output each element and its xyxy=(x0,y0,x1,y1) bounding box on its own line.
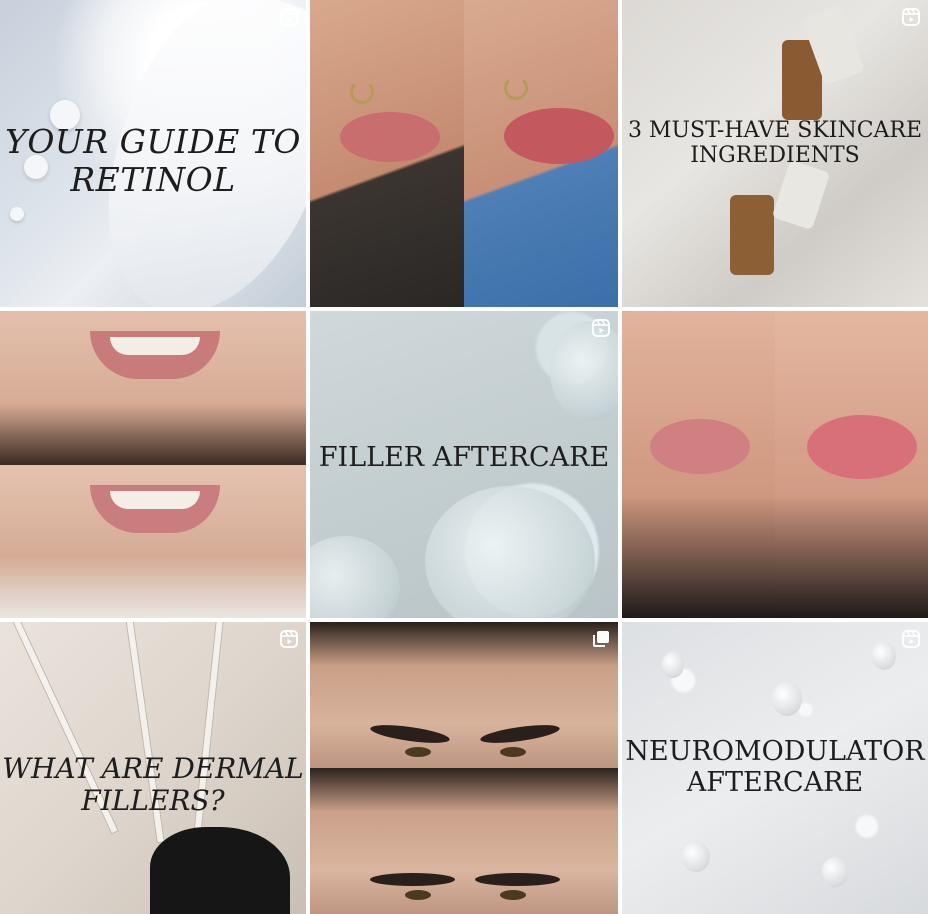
post-grid: YOUR GUIDE TO RETINOL 3 MUST-HAVE SKINCA… xyxy=(0,0,928,914)
reel-icon xyxy=(280,630,298,648)
water-droplet xyxy=(682,842,710,872)
post-tile-retinol[interactable]: YOUR GUIDE TO RETINOL xyxy=(0,0,306,307)
caption-line: FILLERS? xyxy=(81,784,225,818)
reel-icon xyxy=(280,8,298,26)
eye xyxy=(500,890,526,900)
post-tile-brow-before-after[interactable] xyxy=(310,622,618,914)
lips xyxy=(650,419,750,474)
water-droplet xyxy=(822,857,848,887)
lips xyxy=(340,112,440,162)
water-droplet xyxy=(772,682,802,716)
post-tile-skincare-ingredients[interactable]: 3 MUST-HAVE SKINCARE INGREDIENTS xyxy=(622,0,928,307)
post-caption: FILLER AFTERCARE xyxy=(310,442,618,473)
post-caption: WHAT ARE DERMAL FILLERS? xyxy=(0,752,306,818)
caption-line: 3 MUST-HAVE SKINCARE xyxy=(627,118,923,143)
nose-ring xyxy=(504,76,528,100)
post-tile-lip-before-after[interactable] xyxy=(310,0,618,307)
after-photo xyxy=(310,768,618,914)
gel-drop xyxy=(310,536,400,618)
caption-line: INGREDIENTS xyxy=(690,143,860,169)
before-photo xyxy=(310,0,464,307)
reel-icon xyxy=(902,8,920,26)
after-photo xyxy=(0,464,306,618)
carousel-icon xyxy=(593,631,609,647)
nose-ring xyxy=(350,80,374,104)
eyebrow xyxy=(370,873,455,886)
post-tile-filler-aftercare[interactable]: FILLER AFTERCARE xyxy=(310,311,618,618)
caption-line: YOUR GUIDE TO xyxy=(5,122,301,161)
after-photo xyxy=(464,0,618,307)
after-photo xyxy=(775,311,928,618)
lips xyxy=(504,108,614,164)
glove xyxy=(150,827,290,914)
eyebrow xyxy=(479,721,561,747)
reel-icon xyxy=(592,319,610,337)
post-caption: 3 MUST-HAVE SKINCARE INGREDIENTS xyxy=(622,118,928,169)
caption-line: AFTERCARE xyxy=(686,767,864,799)
before-photo xyxy=(622,311,775,618)
eye xyxy=(405,747,431,757)
teeth xyxy=(110,337,200,355)
post-tile-dermal-fillers[interactable]: WHAT ARE DERMAL FILLERS? xyxy=(0,622,306,914)
post-tile-lip-filler-before-after[interactable] xyxy=(622,311,928,618)
cream-drop xyxy=(10,207,24,221)
water-droplet xyxy=(662,652,684,678)
lips xyxy=(807,415,917,479)
eye xyxy=(405,890,431,900)
eyebrow xyxy=(475,873,560,886)
serum-bottle xyxy=(771,159,831,231)
post-tile-smile-before-after[interactable] xyxy=(0,311,306,618)
caption-line: RETINOL xyxy=(70,159,236,199)
post-tile-neuromodulator-aftercare[interactable]: NEUROMODULATOR AFTERCARE xyxy=(622,622,928,914)
gel-drop xyxy=(425,486,595,618)
before-photo xyxy=(0,311,306,465)
water-droplet xyxy=(872,642,896,670)
caption-line: WHAT ARE DERMAL xyxy=(2,752,304,785)
post-caption: YOUR GUIDE TO RETINOL xyxy=(0,123,306,199)
reel-icon xyxy=(902,630,920,648)
caption-line: NEUROMODULATOR xyxy=(625,736,925,767)
teeth xyxy=(110,490,200,509)
post-caption: NEUROMODULATOR AFTERCARE xyxy=(622,736,928,798)
serum-bottle xyxy=(730,195,774,275)
eyebrow xyxy=(369,721,451,747)
before-photo xyxy=(310,622,618,768)
caption-line: FILLER AFTERCARE xyxy=(318,442,610,473)
eye xyxy=(500,747,526,757)
